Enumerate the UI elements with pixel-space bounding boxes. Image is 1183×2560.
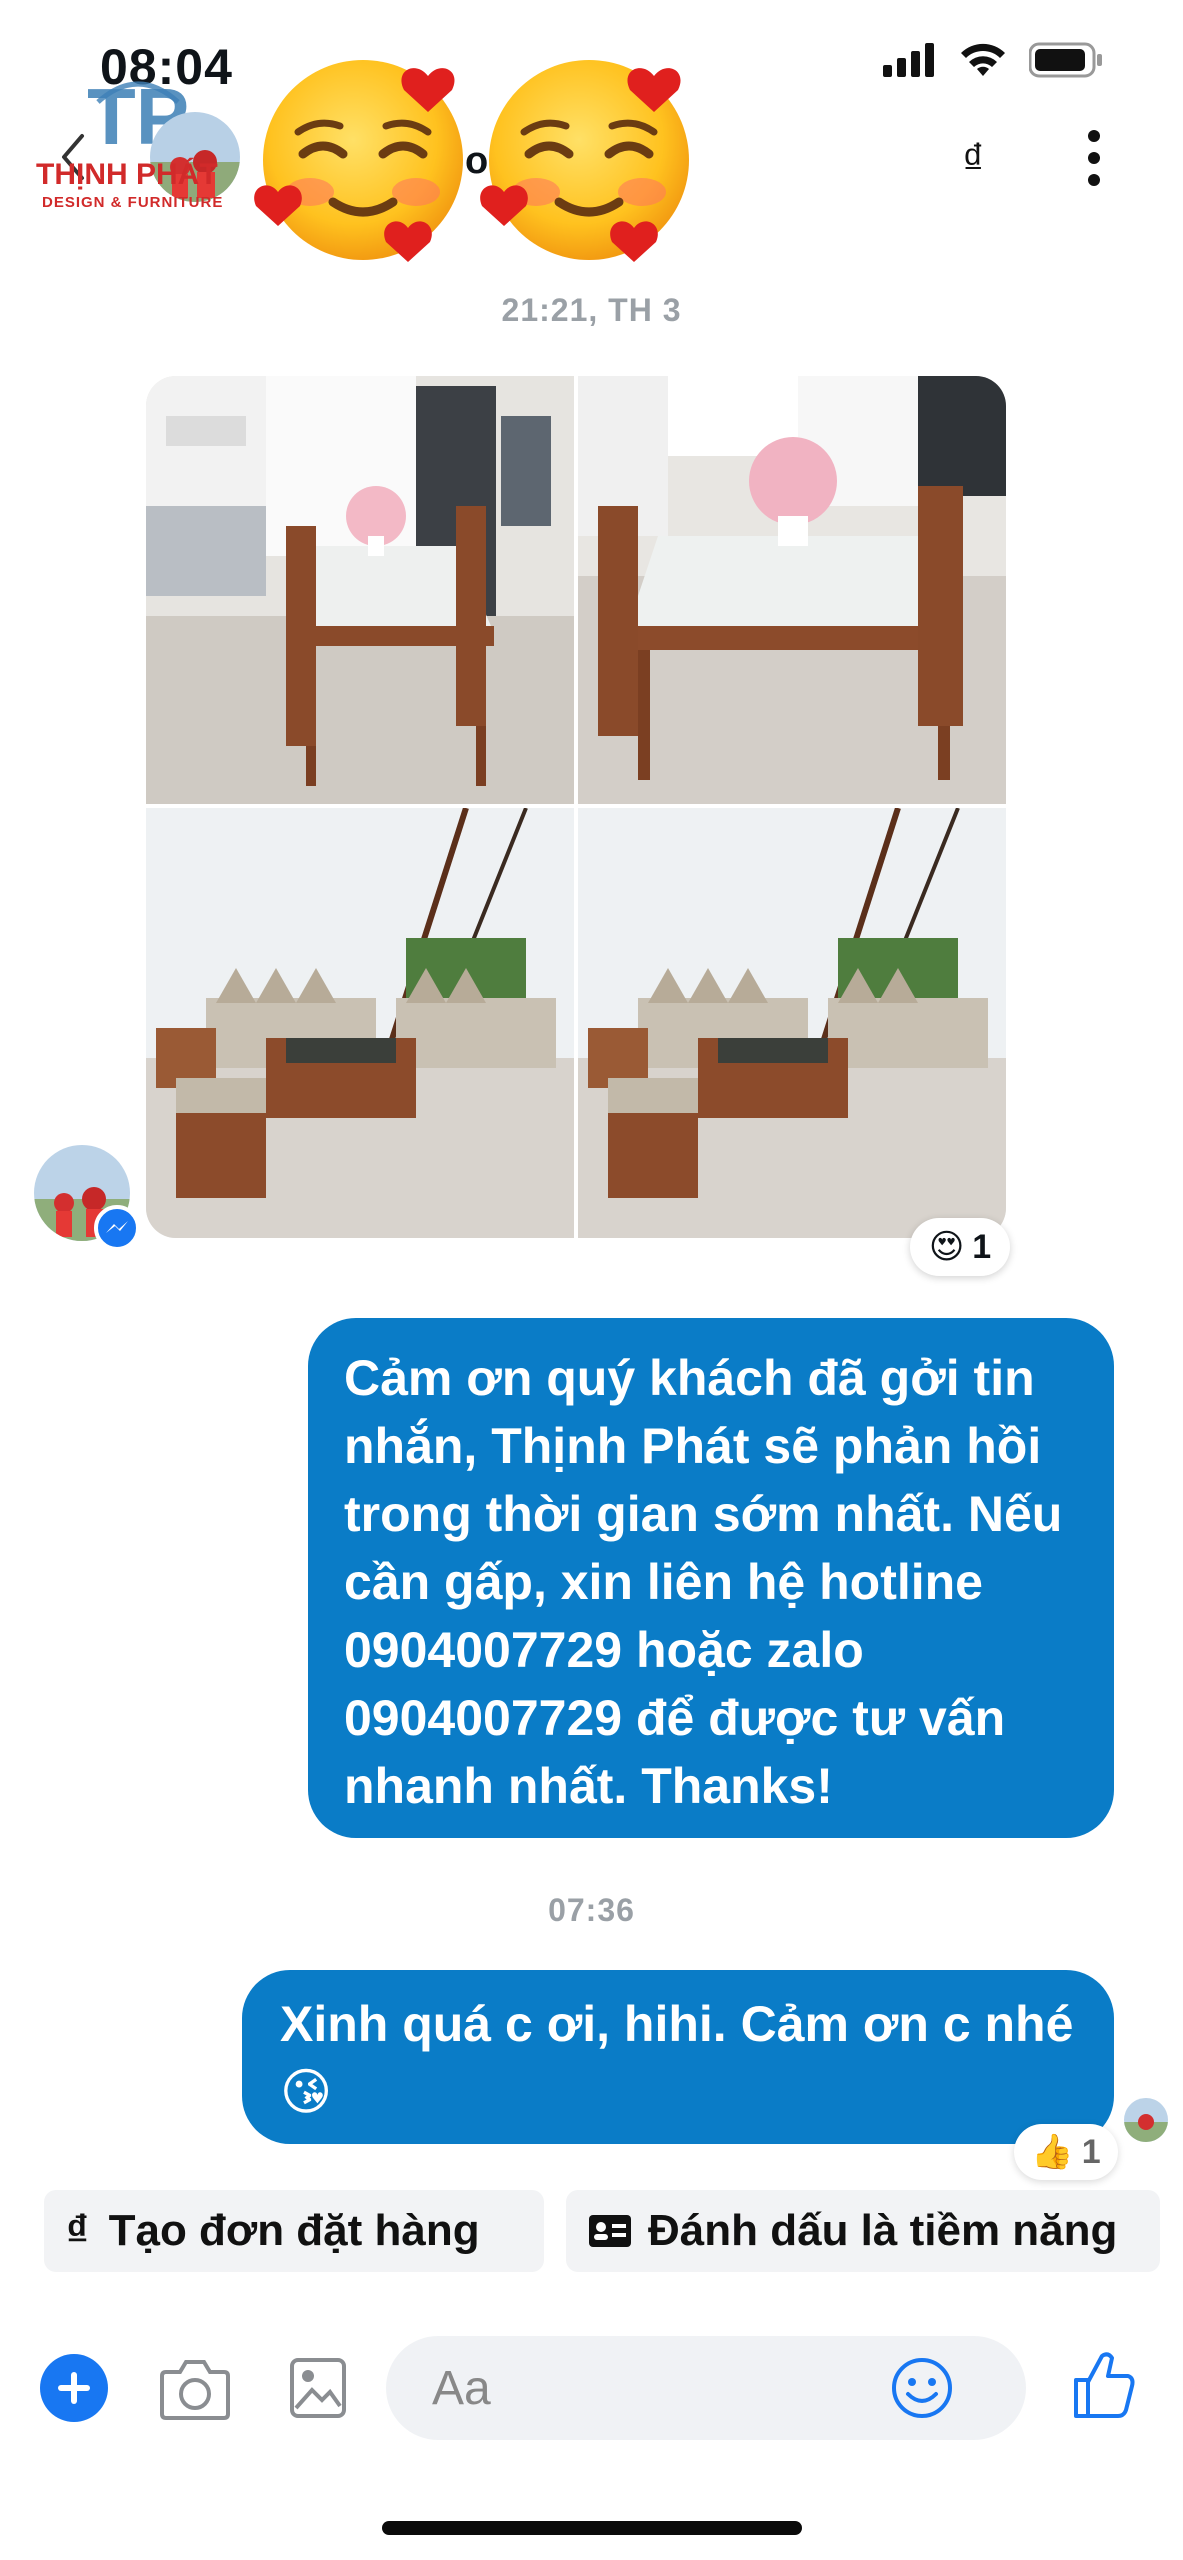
thumbs-up-emoji-icon: 👍 bbox=[1031, 2133, 1074, 2171]
photo-reaction[interactable]: 😍 1 bbox=[910, 1218, 1010, 1276]
id-card-icon bbox=[589, 2215, 631, 2247]
emoji-icon[interactable] bbox=[890, 2356, 954, 2420]
brand-name: THỊNH PHÁT bbox=[36, 158, 218, 191]
smiling-hearts-emoji-icon bbox=[480, 60, 689, 262]
reply-reaction[interactable]: 👍 1 bbox=[1014, 2124, 1118, 2180]
reaction-count: 1 bbox=[1081, 2132, 1101, 2171]
smiling-hearts-emoji-icon bbox=[254, 60, 463, 262]
battery-icon bbox=[1029, 42, 1102, 78]
photo-dining-set-1[interactable] bbox=[146, 376, 574, 804]
mark-potential-label: Đánh dấu là tiềm năng bbox=[648, 2206, 1118, 2255]
currency-icon: ₫ bbox=[66, 2206, 89, 2255]
message-input-field[interactable] bbox=[430, 2359, 884, 2417]
heart-eyes-emoji-icon: 😍 bbox=[928, 1228, 965, 1266]
photo-dining-set-2[interactable] bbox=[578, 376, 1006, 804]
more-icon[interactable] bbox=[1088, 130, 1102, 196]
mark-potential-button[interactable]: Đánh dấu là tiềm năng bbox=[566, 2190, 1160, 2272]
camera-icon[interactable] bbox=[160, 2358, 230, 2420]
photo-sofa-set-1[interactable] bbox=[146, 808, 574, 1238]
message-input[interactable] bbox=[386, 2336, 1026, 2440]
plus-button[interactable] bbox=[40, 2354, 108, 2422]
home-indicator bbox=[382, 2521, 802, 2535]
timestamp: 21:21, TH 3 bbox=[501, 292, 682, 328]
like-icon[interactable] bbox=[1072, 2350, 1136, 2420]
reply-text: Xinh quá c ơi, hihi. Cảm ơn c nhé bbox=[280, 1996, 1074, 2052]
timestamp: 07:36 bbox=[548, 1892, 635, 1928]
message-bubble-auto-reply[interactable]: Cảm ơn quý khách đã gởi tin nhắn, Thịnh … bbox=[308, 1318, 1114, 1838]
message-bubble-reply[interactable]: Xinh quá c ơi, hihi. Cảm ơn c nhé 😘 bbox=[242, 1970, 1114, 2144]
signal-icon bbox=[883, 43, 934, 77]
brand-subtitle: DESIGN & FURNITURE bbox=[42, 194, 224, 211]
status-icons bbox=[883, 42, 1103, 78]
read-receipt-avatar bbox=[1124, 2098, 1168, 2142]
currency-icon[interactable]: ₫ bbox=[962, 135, 985, 185]
gallery-icon[interactable] bbox=[290, 2358, 346, 2418]
kiss-emoji-icon: 😘 bbox=[280, 2064, 333, 2120]
reaction-count: 1 bbox=[972, 1227, 992, 1266]
photo-sofa-set-2[interactable] bbox=[578, 808, 1006, 1238]
plus-icon bbox=[58, 2372, 90, 2404]
create-order-label: Tạo đơn đặt hàng bbox=[108, 2206, 480, 2255]
messenger-badge-icon bbox=[94, 1205, 140, 1251]
wifi-icon bbox=[961, 43, 1005, 76]
create-order-button[interactable]: ₫ Tạo đơn đặt hàng bbox=[44, 2190, 544, 2272]
